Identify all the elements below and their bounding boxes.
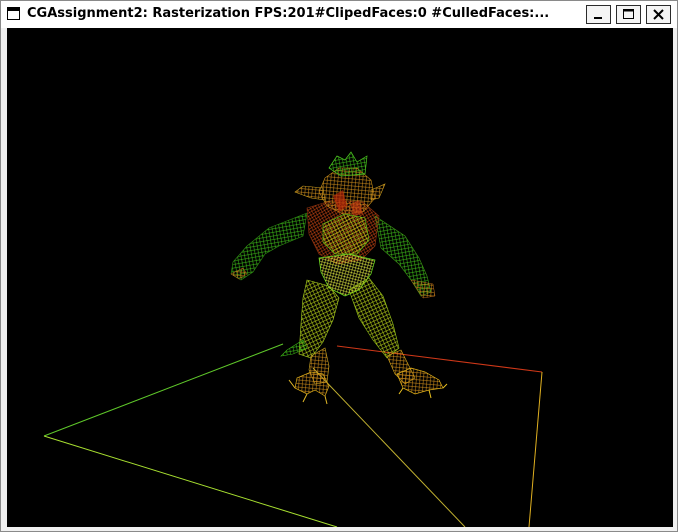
ground-plane xyxy=(43,343,543,527)
maximize-button[interactable] xyxy=(616,5,641,24)
application-window: CGAssignment2: Rasterization FPS:201#Cli… xyxy=(0,0,678,532)
close-icon xyxy=(653,9,664,20)
render-viewport[interactable] xyxy=(7,28,673,527)
minimize-button[interactable] xyxy=(586,5,611,24)
maximize-icon xyxy=(623,9,634,19)
close-button[interactable] xyxy=(646,5,671,24)
wireframe-model xyxy=(230,151,448,405)
window-title: CGAssignment2: Rasterization FPS:201#Cli… xyxy=(27,6,550,21)
scene-canvas xyxy=(43,151,543,527)
title-bar[interactable]: CGAssignment2: Rasterization FPS:201#Cli… xyxy=(1,1,677,28)
window-icon[interactable] xyxy=(7,7,20,20)
minimize-icon xyxy=(594,17,602,19)
